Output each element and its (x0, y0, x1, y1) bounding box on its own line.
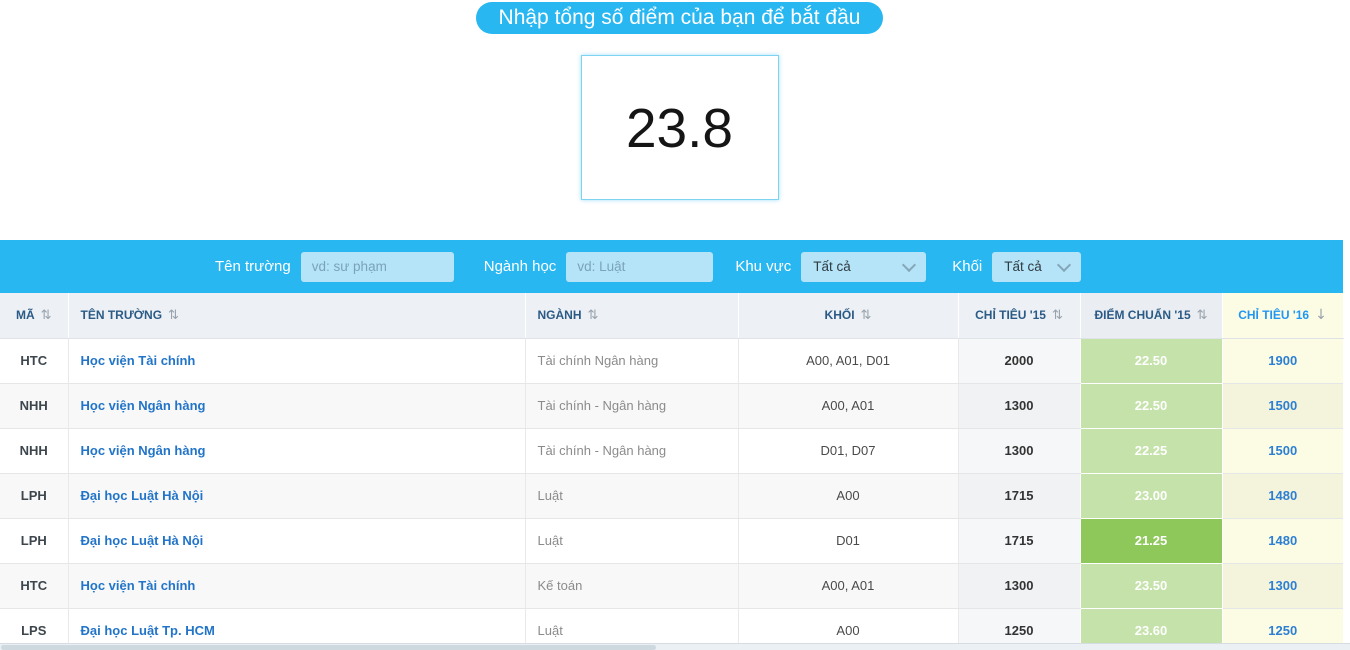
quota15-cell: 1300 (958, 383, 1080, 428)
school-link[interactable]: Học viện Tài chính (81, 578, 196, 593)
quota16-cell: 1500 (1222, 383, 1343, 428)
banner-wrap: Nhập tổng số điểm của bạn để bắt đầu (0, 0, 1343, 34)
school-cell: Học viện Tài chính (68, 563, 525, 608)
school-code-cell: LPH (0, 473, 68, 518)
score-input[interactable] (581, 55, 779, 200)
sort-icon (1052, 308, 1063, 323)
results-table: MÃ TÊN TRƯỜNG NGÀNH KHỐI CHỈ TIÊU '15 (0, 293, 1344, 650)
sort-desc-icon (1315, 308, 1327, 323)
region-filter-label: Khu vực (735, 258, 791, 275)
quota16-cell: 1300 (1222, 563, 1343, 608)
school-link[interactable]: Học viện Ngân hàng (81, 443, 206, 458)
cutoff15-cell: 21.25 (1080, 518, 1222, 563)
quota15-cell: 1715 (958, 473, 1080, 518)
scrollbar-thumb[interactable] (1, 645, 656, 650)
quota16-cell: 1900 (1222, 338, 1343, 383)
table-row: LPH Đại học Luật Hà Nội Luật A00 1715 23… (0, 473, 1343, 518)
school-code-cell: NHH (0, 428, 68, 473)
column-header-major[interactable]: NGÀNH (525, 293, 738, 338)
column-header-label: CHỈ TIÊU '16 (1238, 308, 1309, 322)
blocks-cell: A00, A01 (738, 383, 958, 428)
column-header-label: ĐIỂM CHUẨN '15 (1094, 308, 1190, 322)
column-header-code[interactable]: MÃ (0, 293, 68, 338)
school-code-cell: LPH (0, 518, 68, 563)
table-row: LPH Đại học Luật Hà Nội Luật D01 1715 21… (0, 518, 1343, 563)
column-header-label: CHỈ TIÊU '15 (975, 308, 1046, 322)
cutoff15-cell: 23.50 (1080, 563, 1222, 608)
major-cell: Luật (525, 518, 738, 563)
school-cell: Học viện Tài chính (68, 338, 525, 383)
quota15-cell: 1715 (958, 518, 1080, 563)
column-header-school[interactable]: TÊN TRƯỜNG (68, 293, 525, 338)
quota16-cell: 1480 (1222, 518, 1343, 563)
school-cell: Đại học Luật Hà Nội (68, 518, 525, 563)
chevron-down-icon (902, 257, 916, 271)
column-header-label: MÃ (16, 308, 35, 322)
school-link[interactable]: Đại học Luật Hà Nội (81, 488, 204, 503)
filter-bar: Tên trường Ngành học Khu vực Tất cả Khối… (0, 240, 1343, 293)
chevron-down-icon (1057, 257, 1071, 271)
blocks-cell: A00 (738, 473, 958, 518)
major-cell: Kế toán (525, 563, 738, 608)
quota16-cell: 1480 (1222, 473, 1343, 518)
sort-icon (1197, 308, 1208, 323)
table-row: HTC Học viện Tài chính Tài chính Ngân hà… (0, 338, 1343, 383)
cutoff15-cell: 22.50 (1080, 383, 1222, 428)
major-cell: Luật (525, 473, 738, 518)
major-filter-input[interactable] (566, 252, 713, 282)
block-filter-label: Khối (952, 258, 982, 275)
major-cell: Tài chính - Ngân hàng (525, 383, 738, 428)
column-header-label: NGÀNH (538, 308, 582, 322)
school-cell: Học viện Ngân hàng (68, 428, 525, 473)
school-link[interactable]: Đại học Luật Tp. HCM (81, 623, 215, 638)
column-header-quota16[interactable]: CHỈ TIÊU '16 (1222, 293, 1343, 338)
sort-icon (861, 308, 872, 323)
school-code-cell: HTC (0, 563, 68, 608)
school-code-cell: NHH (0, 383, 68, 428)
school-code-cell: HTC (0, 338, 68, 383)
score-box-wrap (0, 55, 1343, 200)
quota15-cell: 1300 (958, 563, 1080, 608)
column-header-label: KHỐI (825, 308, 855, 322)
school-link[interactable]: Đại học Luật Hà Nội (81, 533, 204, 548)
school-cell: Học viện Ngân hàng (68, 383, 525, 428)
blocks-cell: A00, A01 (738, 563, 958, 608)
school-cell: Đại học Luật Hà Nội (68, 473, 525, 518)
score-entry-banner: Nhập tổng số điểm của bạn để bắt đầu (476, 2, 884, 34)
column-header-cutoff15[interactable]: ĐIỂM CHUẨN '15 (1080, 293, 1222, 338)
sort-icon (168, 308, 179, 323)
school-filter-label: Tên trường (215, 258, 291, 275)
blocks-cell: D01 (738, 518, 958, 563)
column-header-blocks[interactable]: KHỐI (738, 293, 958, 338)
school-link[interactable]: Học viện Tài chính (81, 353, 196, 368)
school-link[interactable]: Học viện Ngân hàng (81, 398, 206, 413)
blocks-cell: A00, A01, D01 (738, 338, 958, 383)
quota15-cell: 1300 (958, 428, 1080, 473)
table-header-row: MÃ TÊN TRƯỜNG NGÀNH KHỐI CHỈ TIÊU '15 (0, 293, 1343, 338)
blocks-cell: D01, D07 (738, 428, 958, 473)
quota15-cell: 2000 (958, 338, 1080, 383)
sort-icon (41, 308, 52, 323)
table-row: NHH Học viện Ngân hàng Tài chính - Ngân … (0, 383, 1343, 428)
column-header-label: TÊN TRƯỜNG (81, 308, 163, 322)
cutoff15-cell: 22.25 (1080, 428, 1222, 473)
major-cell: Tài chính - Ngân hàng (525, 428, 738, 473)
column-header-quota15[interactable]: CHỈ TIÊU '15 (958, 293, 1080, 338)
table-body: HTC Học viện Tài chính Tài chính Ngân hà… (0, 338, 1343, 650)
cutoff15-cell: 22.50 (1080, 338, 1222, 383)
major-filter-label: Ngành học (484, 258, 557, 275)
sort-icon (588, 308, 599, 323)
school-filter-input[interactable] (301, 252, 454, 282)
region-select[interactable]: Tất cả (801, 252, 926, 282)
block-select[interactable]: Tất cả (992, 252, 1081, 282)
horizontal-scrollbar[interactable] (0, 643, 1350, 650)
table-row: HTC Học viện Tài chính Kế toán A00, A01 … (0, 563, 1343, 608)
page: Nhập tổng số điểm của bạn để bắt đầu Tên… (0, 0, 1350, 650)
table-row: NHH Học viện Ngân hàng Tài chính - Ngân … (0, 428, 1343, 473)
cutoff15-cell: 23.00 (1080, 473, 1222, 518)
major-cell: Tài chính Ngân hàng (525, 338, 738, 383)
block-select-value: Tất cả (1004, 259, 1042, 274)
quota16-cell: 1500 (1222, 428, 1343, 473)
region-select-value: Tất cả (813, 259, 851, 274)
